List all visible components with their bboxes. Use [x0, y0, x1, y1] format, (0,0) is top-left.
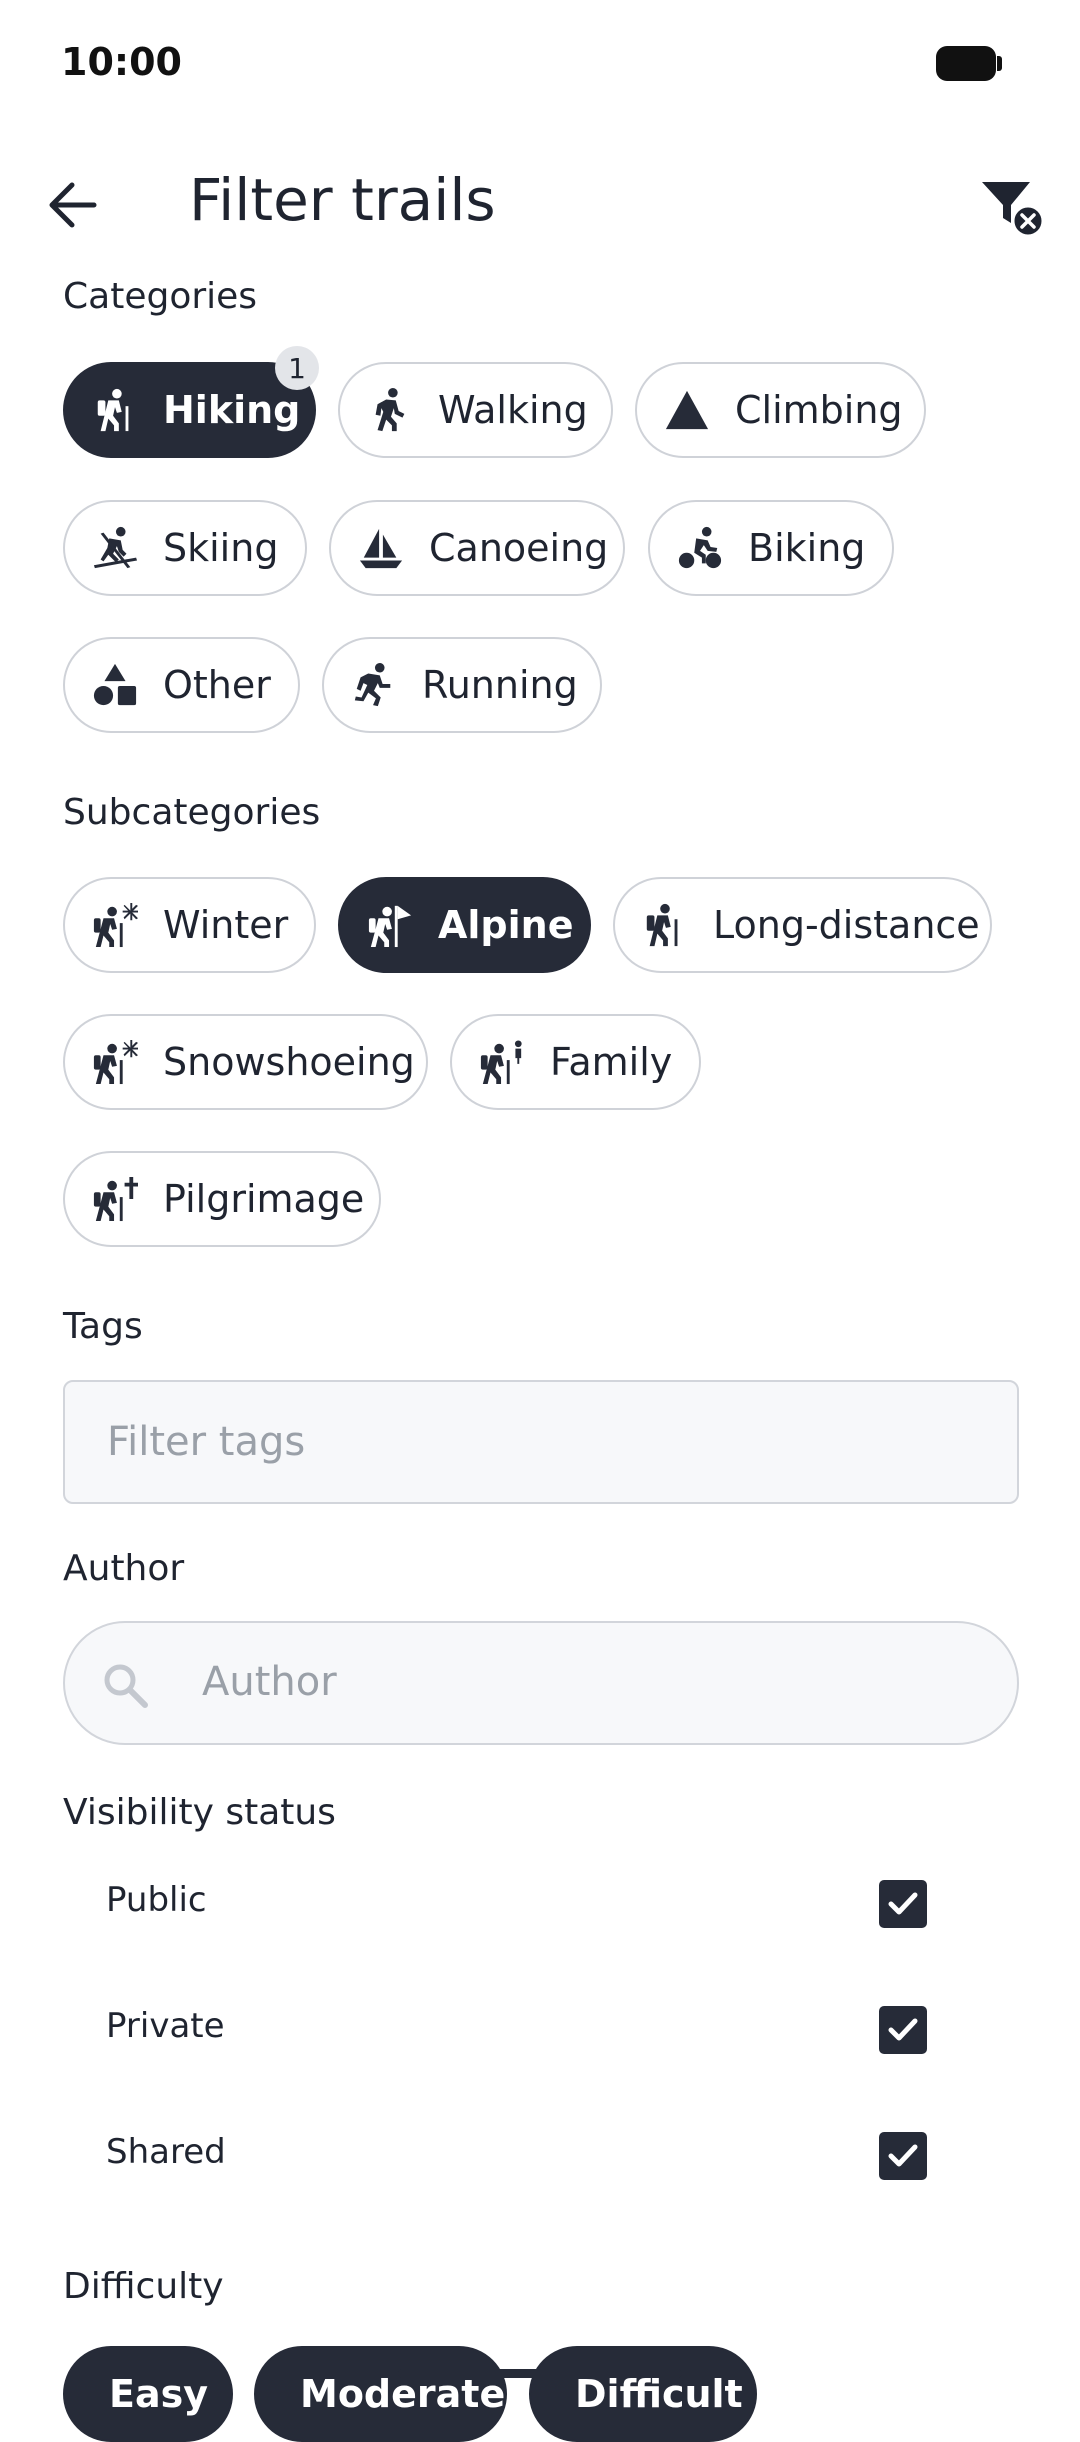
- filter-remove-icon: [982, 182, 1045, 238]
- battery-icon: [936, 46, 1002, 81]
- selected-count-badge: 1: [275, 346, 319, 390]
- hiker-cross-icon: [91, 1175, 139, 1223]
- subcategories-label: Subcategories: [63, 792, 321, 833]
- tags-input[interactable]: Filter tags: [63, 1380, 1019, 1504]
- arrow-left-icon: [49, 182, 97, 228]
- tags-label: Tags: [63, 1306, 143, 1347]
- author-placeholder: Author: [202, 1659, 337, 1705]
- tags-placeholder: Filter tags: [107, 1419, 306, 1465]
- chip-climbing[interactable]: Climbing: [635, 362, 926, 458]
- page-title: Filter trails: [189, 166, 496, 234]
- biking-icon: [676, 524, 724, 572]
- author-label: Author: [63, 1548, 185, 1589]
- shared-checkbox[interactable]: [879, 2132, 927, 2180]
- visibility-option-private[interactable]: Private: [63, 1984, 1019, 2074]
- chip-snowshoeing[interactable]: Snowshoeing: [63, 1014, 428, 1110]
- chip-label: Winter: [163, 903, 289, 947]
- chip-label: Running: [422, 663, 578, 707]
- chip-label: Snowshoeing: [163, 1040, 415, 1084]
- chip-label: Walking: [438, 388, 588, 432]
- back-button[interactable]: [40, 172, 106, 238]
- visibility-label: Visibility status: [63, 1792, 336, 1833]
- chip-skiing[interactable]: Skiing: [63, 500, 307, 596]
- chip-canoeing[interactable]: Canoeing: [329, 500, 625, 596]
- status-bar: 10:00: [0, 0, 1080, 125]
- visibility-option-public[interactable]: Public: [63, 1858, 1019, 1948]
- visibility-option-shared[interactable]: Shared: [63, 2110, 1019, 2200]
- option-label: Private: [106, 2006, 225, 2046]
- chip-label: Difficult: [575, 2372, 743, 2416]
- chip-biking[interactable]: Biking: [648, 500, 894, 596]
- hiker-snowflake-icon: [91, 1038, 139, 1086]
- chip-label: Moderate: [300, 2372, 506, 2416]
- skiing-icon: [91, 524, 139, 572]
- sailboat-icon: [357, 524, 405, 572]
- chip-walking[interactable]: Walking: [338, 362, 613, 458]
- categories-label: Categories: [63, 276, 258, 317]
- clear-filters-button[interactable]: [980, 174, 1046, 240]
- check-icon: [888, 1892, 918, 1915]
- walking-icon: [366, 386, 414, 434]
- chip-label: Climbing: [735, 388, 903, 432]
- home-indicator[interactable]: [398, 2369, 682, 2378]
- hiker-child-icon: [478, 1038, 526, 1086]
- option-label: Shared: [106, 2132, 226, 2172]
- hiker-flag-icon: [366, 901, 414, 949]
- chip-label: Other: [163, 663, 271, 707]
- chip-label: Long-distance: [713, 903, 980, 947]
- chip-long-distance[interactable]: Long-distance: [613, 877, 992, 973]
- chip-winter[interactable]: Winter: [63, 877, 316, 973]
- difficulty-label: Difficulty: [63, 2266, 224, 2307]
- app-bar: Filter trails: [0, 150, 1080, 260]
- status-time: 10:00: [61, 40, 182, 84]
- option-label: Public: [106, 1880, 207, 1920]
- chip-label: Easy: [109, 2372, 208, 2416]
- chip-label: Canoeing: [429, 526, 609, 570]
- chip-running[interactable]: Running: [322, 637, 602, 733]
- chip-label: Pilgrimage: [163, 1177, 365, 1221]
- chip-label: Alpine: [438, 903, 574, 947]
- author-search-input[interactable]: Author: [63, 1621, 1019, 1745]
- chip-label: Skiing: [163, 526, 279, 570]
- mountain-icon: [663, 386, 711, 434]
- chip-difficult[interactable]: Difficult: [529, 2346, 757, 2442]
- chip-other[interactable]: Other: [63, 637, 300, 733]
- hiker-icon: [641, 901, 689, 949]
- chip-family[interactable]: Family: [450, 1014, 701, 1110]
- chip-label: Biking: [748, 526, 866, 570]
- running-icon: [350, 661, 398, 709]
- chip-alpine[interactable]: Alpine: [338, 877, 591, 973]
- search-icon: [104, 1664, 148, 1708]
- private-checkbox[interactable]: [879, 2006, 927, 2054]
- chip-pilgrimage[interactable]: Pilgrimage: [63, 1151, 381, 1247]
- hiker-snowflake-icon: [91, 901, 139, 949]
- hiking-icon: [91, 386, 139, 434]
- shapes-icon: [91, 661, 139, 709]
- chip-label: Hiking: [163, 388, 301, 432]
- chip-label: Family: [550, 1040, 673, 1084]
- check-icon: [888, 2018, 918, 2041]
- public-checkbox[interactable]: [879, 1880, 927, 1928]
- chip-moderate[interactable]: Moderate: [254, 2346, 507, 2442]
- check-icon: [888, 2144, 918, 2167]
- chip-easy[interactable]: Easy: [63, 2346, 233, 2442]
